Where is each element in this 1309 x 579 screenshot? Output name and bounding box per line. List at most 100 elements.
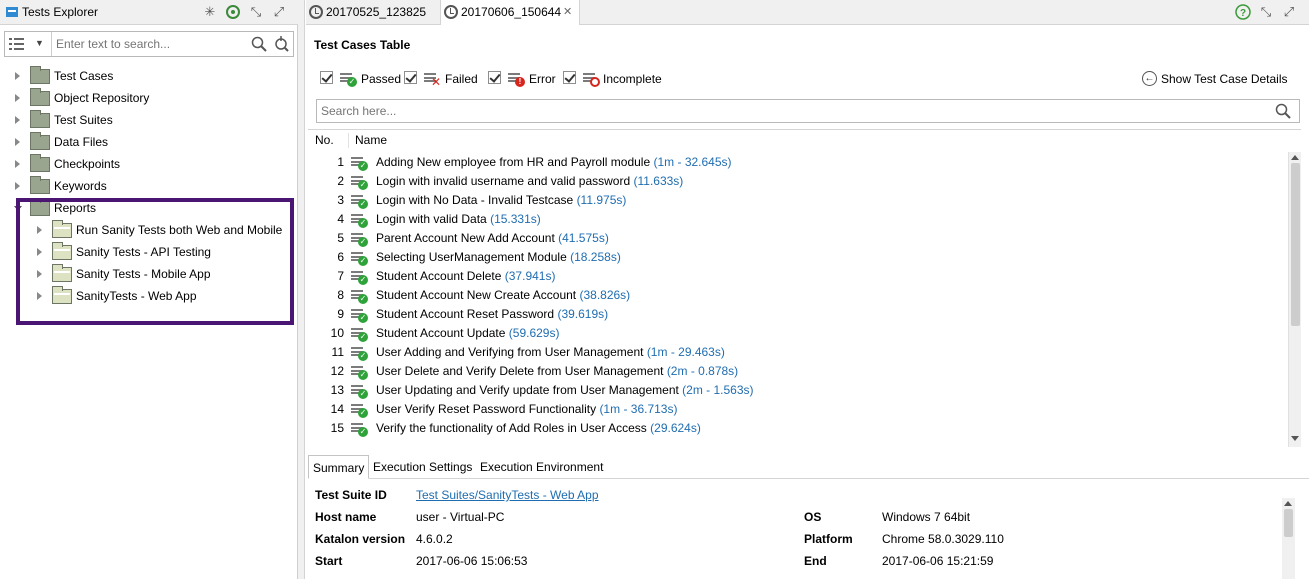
advanced-search-icon[interactable] [273, 36, 289, 52]
table-row[interactable]: 12 ✓ User Delete and Verify Delete from Us… [308, 362, 1283, 381]
table-row[interactable]: 14 ✓ User Verify Reset Password Functional… [308, 400, 1283, 419]
tree-item-object-repository[interactable]: Object Repository [14, 87, 294, 109]
test-case-name: User Adding and Verifying from User Mana… [376, 345, 644, 359]
test-case-duration: (2m - 0.878s) [666, 364, 739, 378]
scroll-up-arrow[interactable] [1291, 155, 1299, 160]
tree-item-data-files[interactable]: Data Files [14, 131, 294, 153]
table-row[interactable]: 3 ✓ Login with No Data - Invalid Testcase … [308, 191, 1283, 210]
close-icon[interactable]: ✕ [563, 0, 572, 25]
search-icon[interactable] [251, 36, 267, 52]
error-checkbox[interactable] [488, 71, 501, 84]
table-row[interactable]: 10 ✓ Student Account Update (59.629s) [308, 324, 1283, 343]
test-case-name-cell: User Adding and Verifying from User Mana… [376, 343, 725, 362]
test-case-name-cell: User Verify Reset Password Functionality… [376, 400, 677, 419]
minimize-icon[interactable]: ⤡ [248, 4, 264, 20]
column-header-no[interactable]: No. [315, 130, 334, 151]
platform-label: Platform [804, 532, 853, 546]
filter-icon[interactable] [9, 37, 25, 51]
table-row[interactable]: 4 ✓ Login with valid Data (15.331s) [308, 210, 1283, 229]
test-case-search-input[interactable] [317, 100, 1267, 122]
passed-icon: ✓ [351, 326, 368, 342]
start-value: 2017-06-06 15:06:53 [416, 554, 528, 568]
scroll-thumb[interactable] [1284, 509, 1293, 537]
test-case-name-cell: Login with No Data - Invalid Testcase (1… [376, 191, 626, 210]
editor-tab-report-1[interactable]: 20170525_123825 [306, 0, 440, 25]
tab-execution-environment[interactable]: Execution Environment [476, 455, 607, 479]
scroll-thumb[interactable] [1291, 163, 1300, 326]
test-case-duration: (41.575s) [558, 231, 609, 245]
tests-explorer-tab[interactable]: Tests Explorer ✳ ⤡ ⤢ [0, 0, 298, 25]
maximize-icon[interactable]: ⤢ [1281, 4, 1297, 20]
folder-icon [30, 88, 50, 106]
expand-arrow-icon[interactable] [14, 94, 22, 102]
test-case-name: Student Account Update [376, 326, 506, 340]
tab-summary[interactable]: Summary [308, 455, 370, 479]
expand-arrow-icon[interactable] [14, 138, 22, 146]
table-row[interactable]: 7 ✓ Student Account Delete (37.941s) [308, 267, 1283, 286]
panel-splitter[interactable] [298, 0, 305, 579]
table-row[interactable]: 6 ✓ Selecting UserManagement Module (18.25… [308, 248, 1283, 267]
filter-label: Incomplete [603, 72, 662, 86]
expand-arrow-icon[interactable] [14, 160, 22, 168]
table-row[interactable]: 11 ✓ User Adding and Verifying from User M… [308, 343, 1283, 362]
row-number: 5 [337, 231, 344, 245]
explorer-search-input[interactable] [51, 32, 247, 56]
maximize-icon[interactable]: ⤢ [271, 4, 287, 20]
test-case-name-cell: Student Account Reset Password (39.619s) [376, 305, 608, 324]
test-case-name: User Delete and Verify Delete from User … [376, 364, 664, 378]
expand-arrow-icon[interactable] [14, 72, 22, 80]
failed-checkbox[interactable] [404, 71, 417, 84]
summary-scrollbar[interactable] [1282, 498, 1295, 579]
passed-checkbox[interactable] [320, 71, 333, 84]
test-case-name-cell: Student Account New Create Account (38.8… [376, 286, 630, 305]
table-row[interactable]: 15 ✓ Verify the functionality of Add Roles… [308, 419, 1283, 438]
tree-item-keywords[interactable]: Keywords [14, 175, 294, 197]
table-row[interactable]: 8 ✓ Student Account New Create Account (38… [308, 286, 1283, 305]
editor-tabbar: 20170525_123825 20170606_150644 ✕ ? ⤡ ⤢ [306, 0, 1309, 25]
passed-icon: ✓ [351, 250, 368, 266]
table-row[interactable]: 2 ✓ Login with invalid username and valid … [308, 172, 1283, 191]
minimize-icon[interactable]: ⤡ [1258, 4, 1274, 20]
tests-explorer-icon [5, 5, 19, 19]
filter-label: Failed [445, 72, 478, 86]
scroll-up-arrow[interactable] [1284, 501, 1292, 506]
search-icon[interactable] [1275, 103, 1291, 119]
table-header: No. Name [308, 130, 1288, 151]
report-clock-icon [444, 5, 458, 19]
table-row[interactable]: 1 ✓ Adding New employee from HR and Payrol… [308, 153, 1283, 172]
row-number: 1 [337, 155, 344, 169]
scroll-down-arrow[interactable] [1291, 436, 1299, 441]
tab-execution-settings[interactable]: Execution Settings [369, 455, 476, 479]
collapse-all-icon[interactable]: ✳ [202, 4, 218, 20]
passed-icon: ✓ [351, 231, 368, 247]
table-row[interactable]: 5 ✓ Parent Account New Add Account (41.575… [308, 229, 1283, 248]
incomplete-checkbox[interactable] [563, 71, 576, 84]
expand-arrow-icon[interactable] [14, 116, 22, 124]
table-row[interactable]: 9 ✓ Student Account Reset Password (39.619… [308, 305, 1283, 324]
tree-item-test-suites[interactable]: Test Suites [14, 109, 294, 131]
tree-item-label: Test Cases [54, 69, 114, 83]
report-clock-icon [309, 5, 323, 19]
os-value: Windows 7 64bit [882, 510, 971, 524]
katalon-version-value: 4.6.0.2 [416, 532, 453, 546]
table-row[interactable]: 13 ✓ User Updating and Verify update from … [308, 381, 1283, 400]
row-number: 10 [330, 326, 344, 340]
refresh-icon[interactable] [225, 4, 241, 20]
test-suite-id-link[interactable]: Test Suites/SanityTests - Web App [416, 488, 599, 502]
editor-tab-report-2[interactable]: 20170606_150644 ✕ [440, 0, 580, 25]
chevron-down-icon[interactable]: ▼ [35, 38, 44, 48]
test-case-name-cell: User Updating and Verify update from Use… [376, 381, 754, 400]
start-label: Start [315, 554, 343, 568]
tests-explorer-panel: Tests Explorer ✳ ⤡ ⤢ ▼ Test Cases Object… [0, 0, 298, 579]
table-scrollbar[interactable] [1288, 152, 1301, 447]
column-divider[interactable] [348, 133, 349, 148]
platform-value: Chrome 58.0.3029.110 [882, 532, 1004, 546]
summary-panel: Test Suite ID Test Suites/SanityTests - … [308, 480, 1309, 579]
help-icon[interactable]: ? [1235, 4, 1251, 20]
tree-item-checkpoints[interactable]: Checkpoints [14, 153, 294, 175]
expand-arrow-icon[interactable] [14, 182, 22, 190]
column-header-name[interactable]: Name [355, 130, 387, 151]
tree-item-test-cases[interactable]: Test Cases [14, 65, 294, 87]
test-case-duration: (38.826s) [579, 288, 631, 302]
editor-tab-label: 20170525_123825 [326, 5, 427, 19]
